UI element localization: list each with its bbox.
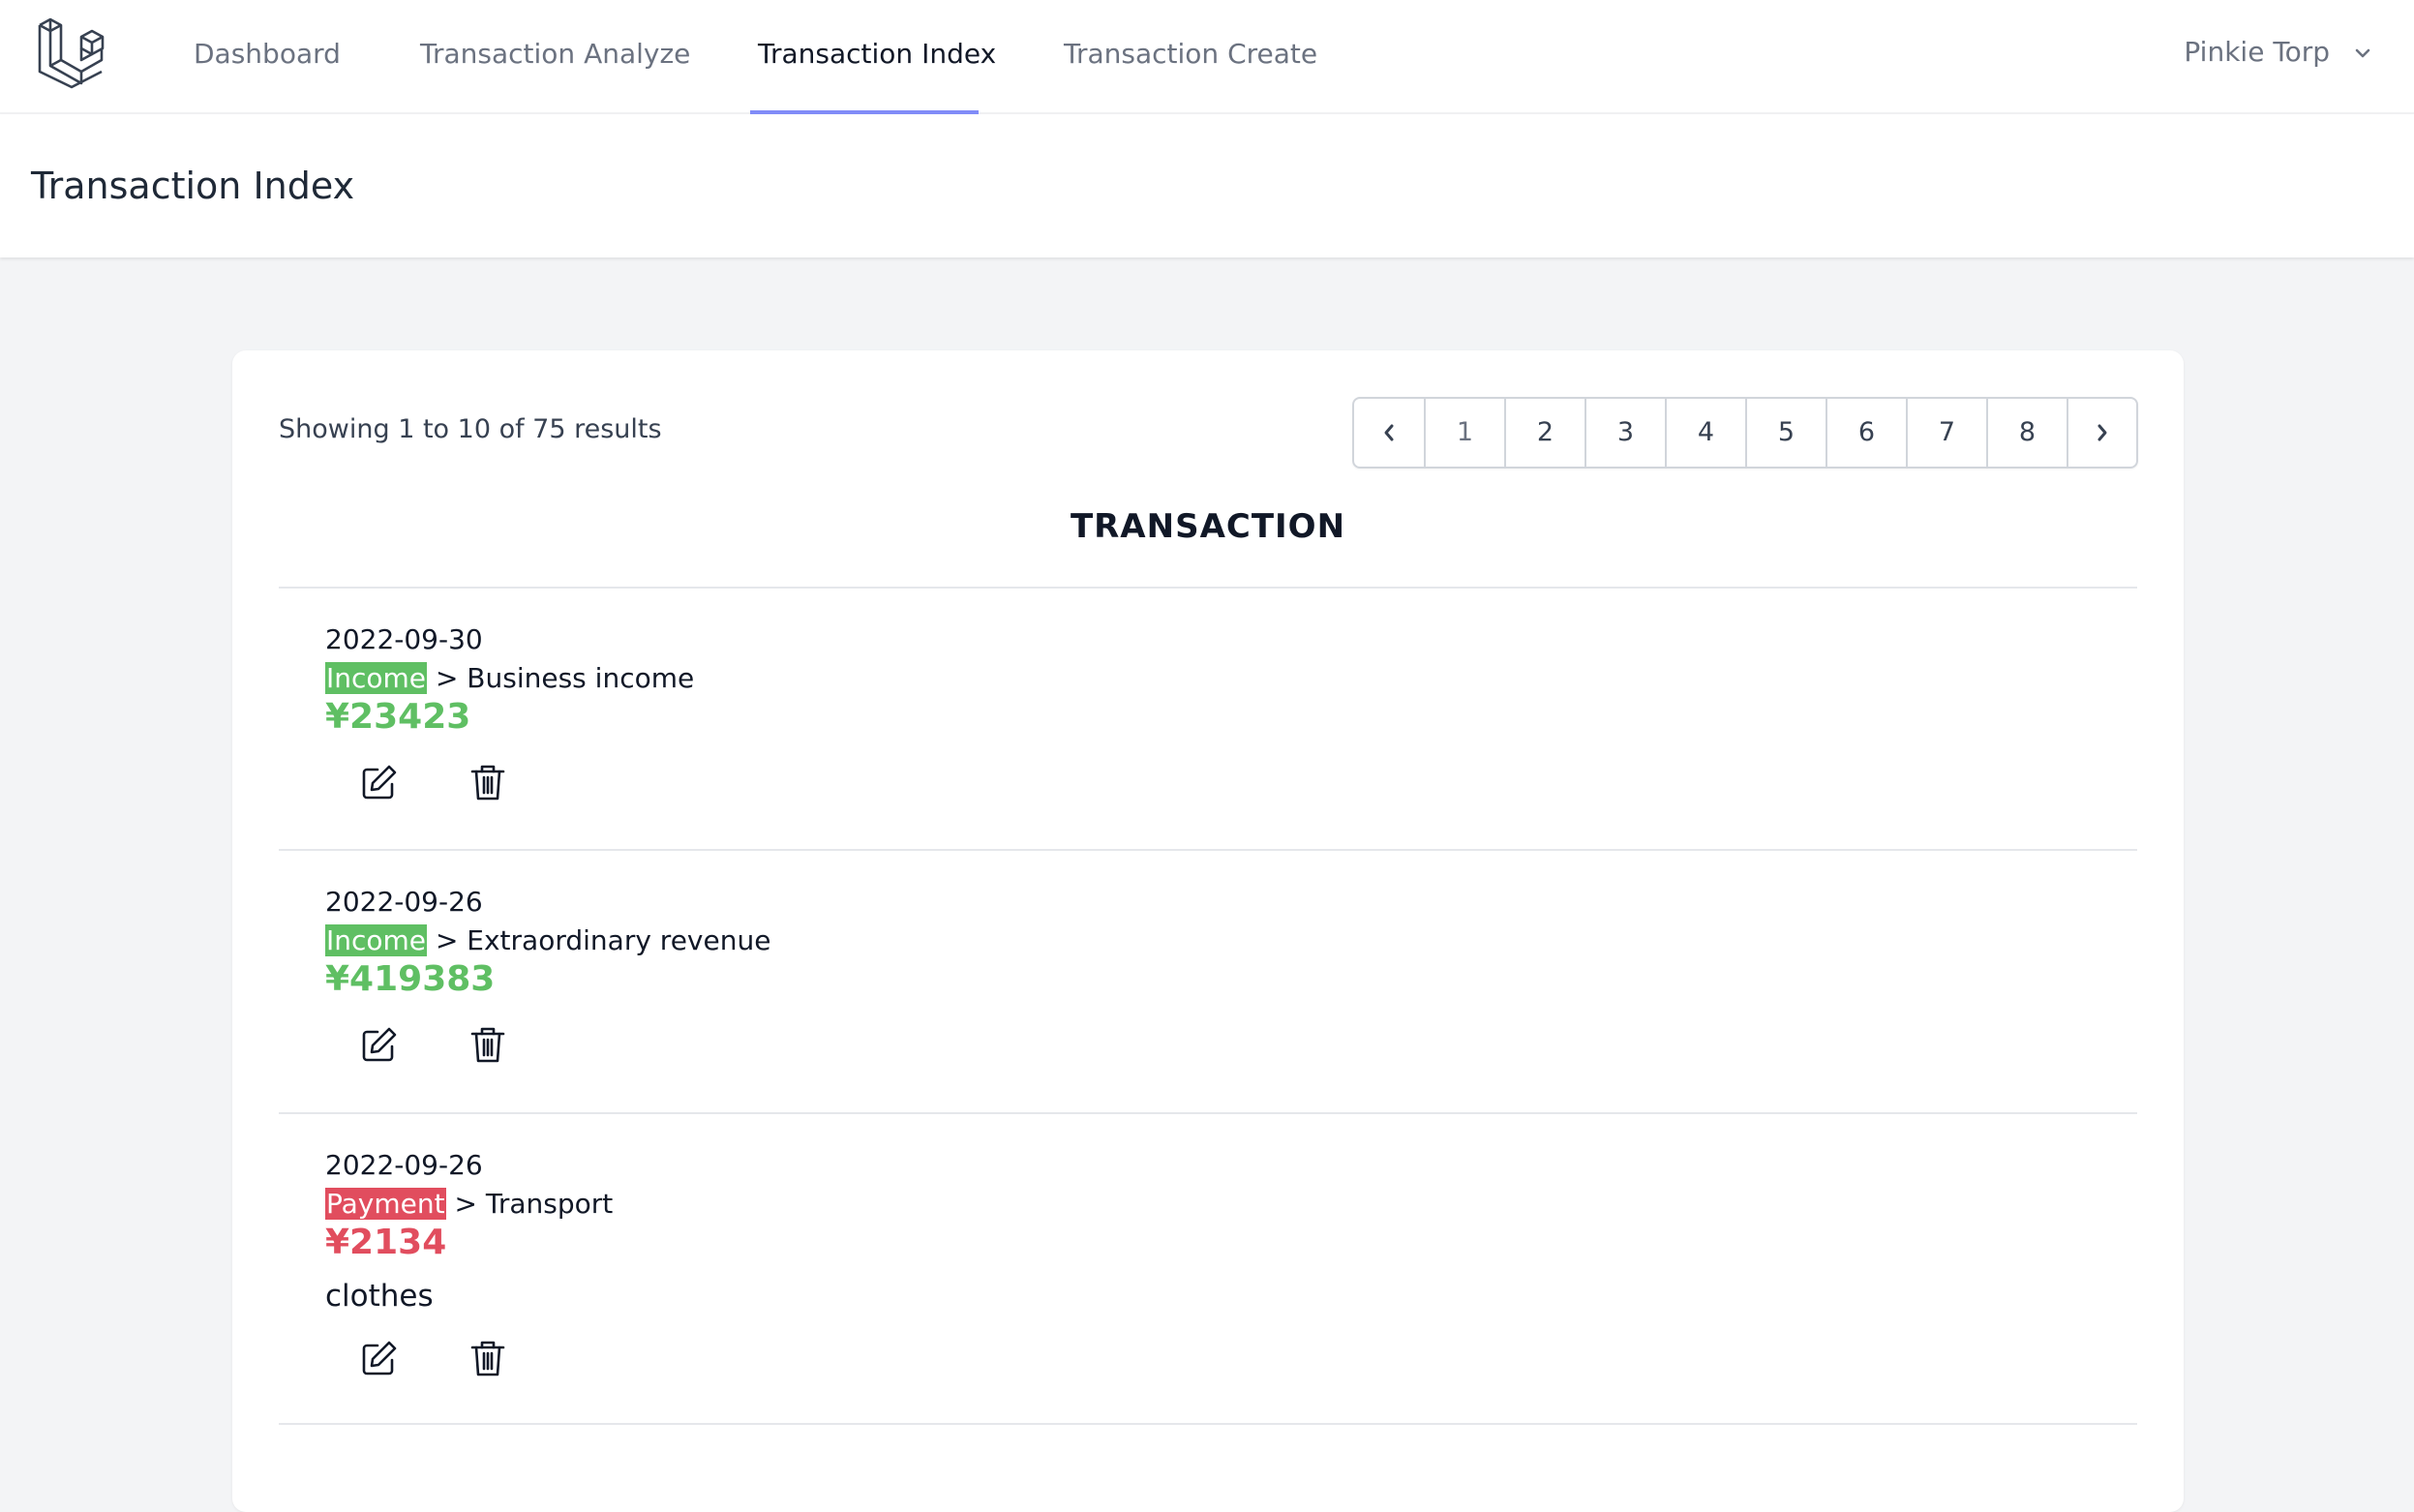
category-label: > Extraordinary revenue xyxy=(435,924,771,956)
income-badge: Income xyxy=(325,662,428,694)
page-3-button[interactable]: 3 xyxy=(1584,399,1665,467)
transaction-amount: ¥419383 xyxy=(325,959,496,999)
income-badge: Income xyxy=(325,924,428,956)
results-summary: Showing 1 to 10 of 75 results xyxy=(279,414,662,444)
top-navigation: Dashboard Transaction Analyze Transactio… xyxy=(0,0,2414,114)
transaction-memo: clothes xyxy=(325,1279,434,1314)
transaction-category: Income > Business income xyxy=(325,662,694,694)
transaction-amount: ¥23423 xyxy=(325,697,471,737)
next-page-button[interactable] xyxy=(2067,399,2136,467)
transaction-category: Income > Extraordinary revenue xyxy=(325,924,770,956)
transaction-category: Payment > Transport xyxy=(325,1188,613,1220)
page-6-button[interactable]: 6 xyxy=(1826,399,1906,467)
transaction-date: 2022-09-26 xyxy=(325,1149,483,1181)
page-header: Transaction Index xyxy=(0,114,2414,257)
trash-icon[interactable] xyxy=(468,763,507,801)
payment-badge: Payment xyxy=(325,1188,446,1220)
nav-dashboard[interactable]: Dashboard xyxy=(194,0,341,114)
transaction-item: 2022-09-26 Payment > Transport ¥2134 clo… xyxy=(279,1112,2137,1424)
nav-transaction-analyze[interactable]: Transaction Analyze xyxy=(420,0,690,114)
page-7-button[interactable]: 7 xyxy=(1906,399,1986,467)
edit-icon[interactable] xyxy=(360,763,399,801)
pagination: 1 2 3 4 5 6 7 8 xyxy=(1352,397,2138,469)
page-1-button[interactable]: 1 xyxy=(1424,399,1504,467)
chevron-down-icon xyxy=(2355,48,2370,58)
page-title: Transaction Index xyxy=(31,165,355,207)
page-8-button[interactable]: 8 xyxy=(1986,399,2067,467)
previous-page-button[interactable] xyxy=(1354,399,1424,467)
transaction-date: 2022-09-26 xyxy=(325,886,483,918)
edit-icon[interactable] xyxy=(360,1025,399,1064)
nav-transaction-create[interactable]: Transaction Create xyxy=(1064,0,1317,114)
transaction-item xyxy=(279,1423,2137,1512)
transaction-amount: ¥2134 xyxy=(325,1223,447,1262)
transaction-item: 2022-09-30 Income > Business income ¥234… xyxy=(279,587,2137,850)
trash-icon[interactable] xyxy=(468,1025,507,1064)
page-4-button[interactable]: 4 xyxy=(1665,399,1745,467)
category-label: > Transport xyxy=(454,1188,614,1220)
page-5-button[interactable]: 5 xyxy=(1745,399,1826,467)
trash-icon[interactable] xyxy=(468,1339,507,1377)
category-label: > Business income xyxy=(435,662,695,694)
chevron-left-icon xyxy=(1384,424,1394,441)
user-name: Pinkie Torp xyxy=(2184,36,2331,68)
user-menu[interactable]: Pinkie Torp xyxy=(2184,0,2371,105)
transaction-card: Showing 1 to 10 of 75 results 1 2 3 4 5 … xyxy=(232,350,2184,1512)
transaction-date: 2022-09-30 xyxy=(325,623,483,655)
chevron-right-icon xyxy=(2097,424,2107,441)
transaction-item: 2022-09-26 Income > Extraordinary revenu… xyxy=(279,849,2137,1112)
section-title: TRANSACTION xyxy=(1070,507,1346,546)
nav-transaction-index[interactable]: Transaction Index xyxy=(758,0,996,114)
page-2-button[interactable]: 2 xyxy=(1504,399,1584,467)
edit-icon[interactable] xyxy=(360,1339,399,1377)
laravel-logo-icon[interactable] xyxy=(37,17,108,89)
